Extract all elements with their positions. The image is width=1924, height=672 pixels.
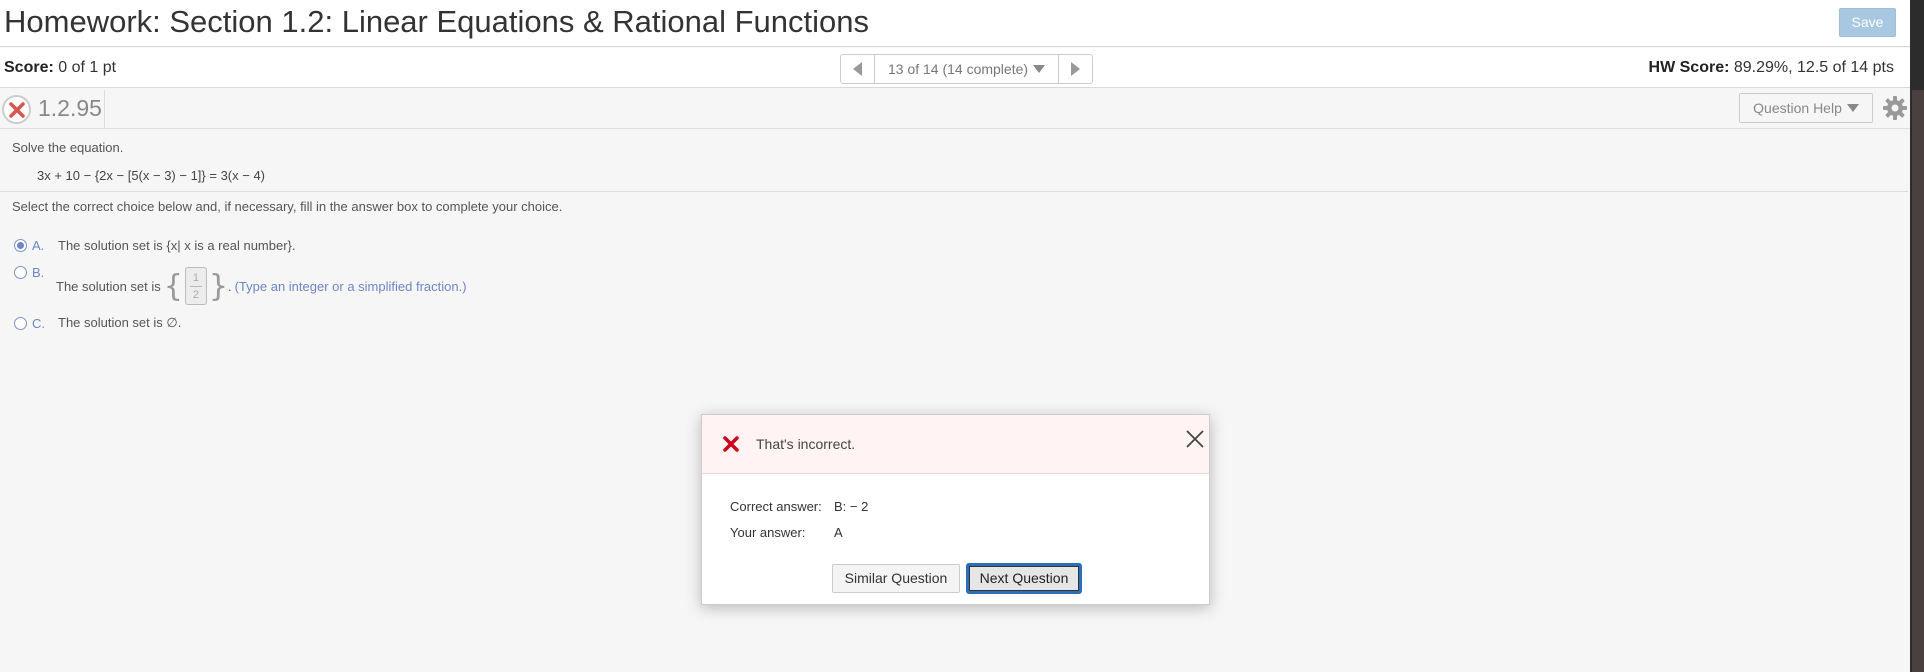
question-position-dropdown[interactable]: 13 of 14 (14 complete) xyxy=(875,54,1058,84)
select-instruction: Select the correct choice below and, if … xyxy=(12,199,563,214)
window-edge xyxy=(1912,90,1924,672)
chevron-down-icon xyxy=(1846,104,1859,112)
divider xyxy=(0,191,1908,192)
question-header: 1.2.95 Question Help xyxy=(0,89,1910,129)
radio-a[interactable] xyxy=(14,239,27,252)
question-position-text: 13 of 14 (14 complete) xyxy=(887,61,1029,77)
left-brace: { xyxy=(163,268,183,304)
question-help-label: Question Help xyxy=(1753,100,1842,116)
hw-score-value: 89.29%, 12.5 of 14 pts xyxy=(1733,59,1894,76)
fraction-numerator: 1 xyxy=(192,271,199,284)
previous-question-button[interactable] xyxy=(840,54,875,84)
similar-question-button[interactable]: Similar Question xyxy=(832,564,960,593)
choice-c[interactable]: C. The solution set is ∅. xyxy=(14,315,181,331)
hw-score: HW Score: 89.29%, 12.5 of 14 pts xyxy=(1649,59,1894,77)
choice-b[interactable]: B. xyxy=(14,265,58,280)
save-button[interactable]: Save xyxy=(1839,8,1896,37)
answer-hint: (Type an integer or a simplified fractio… xyxy=(234,278,467,294)
x-circle-icon xyxy=(2,95,31,124)
next-question-nav-button[interactable] xyxy=(1058,54,1093,84)
right-brace: } xyxy=(208,268,228,304)
question-instruction: Solve the equation. xyxy=(12,140,124,155)
fraction-bar xyxy=(189,285,202,287)
choice-letter: A. xyxy=(32,238,45,253)
radio-c[interactable] xyxy=(14,316,27,330)
red-x-icon xyxy=(722,435,740,453)
title-bar: Homework: Section 1.2: Linear Equations … xyxy=(0,0,1910,47)
choice-b-content: The solution set is { 1 2 } . (Type an i… xyxy=(56,267,467,305)
fraction-answer-box[interactable]: 1 2 xyxy=(184,267,207,305)
radio-selected-dot xyxy=(17,242,24,249)
your-answer-value: A xyxy=(834,525,843,540)
choice-b-text: The solution set is xyxy=(56,278,161,294)
choice-c-text: The solution set is ∅. xyxy=(58,315,182,330)
chevron-left-icon xyxy=(853,62,862,76)
choice-a-text: The solution set is {x| x is a real numb… xyxy=(58,238,296,253)
choice-b-text-after: . xyxy=(227,278,232,294)
choice-letter: B. xyxy=(32,265,45,280)
question-score: Score: 0 of 1 pt xyxy=(4,59,116,77)
close-icon[interactable] xyxy=(1185,429,1205,449)
chevron-down-icon xyxy=(1033,65,1046,73)
question-navigator: 13 of 14 (14 complete) xyxy=(840,54,1093,84)
score-label: Score: xyxy=(4,59,54,76)
score-value: 0 of 1 pt xyxy=(58,59,117,76)
correct-answer-value: B: − 2 xyxy=(834,499,869,514)
choice-letter: C. xyxy=(32,315,45,331)
question-number: 1.2.95 xyxy=(38,95,102,121)
feedback-dialog: That's incorrect. Correct answer: B: − 2… xyxy=(701,414,1210,605)
gear-icon[interactable] xyxy=(1882,95,1908,121)
dialog-header: That's incorrect. xyxy=(702,415,1209,474)
score-bar: Score: 0 of 1 pt 13 of 14 (14 complete) … xyxy=(0,48,1910,88)
page-title: Homework: Section 1.2: Linear Equations … xyxy=(4,4,870,39)
next-question-button[interactable]: Next Question xyxy=(966,563,1082,594)
correct-answer-label: Correct answer: xyxy=(730,499,822,514)
question-help-button[interactable]: Question Help xyxy=(1739,93,1873,123)
divider xyxy=(104,90,105,128)
your-answer-label: Your answer: xyxy=(730,525,806,540)
choice-a[interactable]: A. The solution set is {x| x is a real n… xyxy=(14,238,296,253)
hw-score-label: HW Score: xyxy=(1648,59,1730,76)
dialog-title: That's incorrect. xyxy=(756,436,856,452)
chevron-right-icon xyxy=(1071,62,1080,76)
radio-b[interactable] xyxy=(14,266,27,279)
fraction-denominator: 2 xyxy=(192,288,199,301)
equation: 3x + 10 − {2x − [5(x − 3) − 1]} = 3(x − … xyxy=(37,168,266,183)
